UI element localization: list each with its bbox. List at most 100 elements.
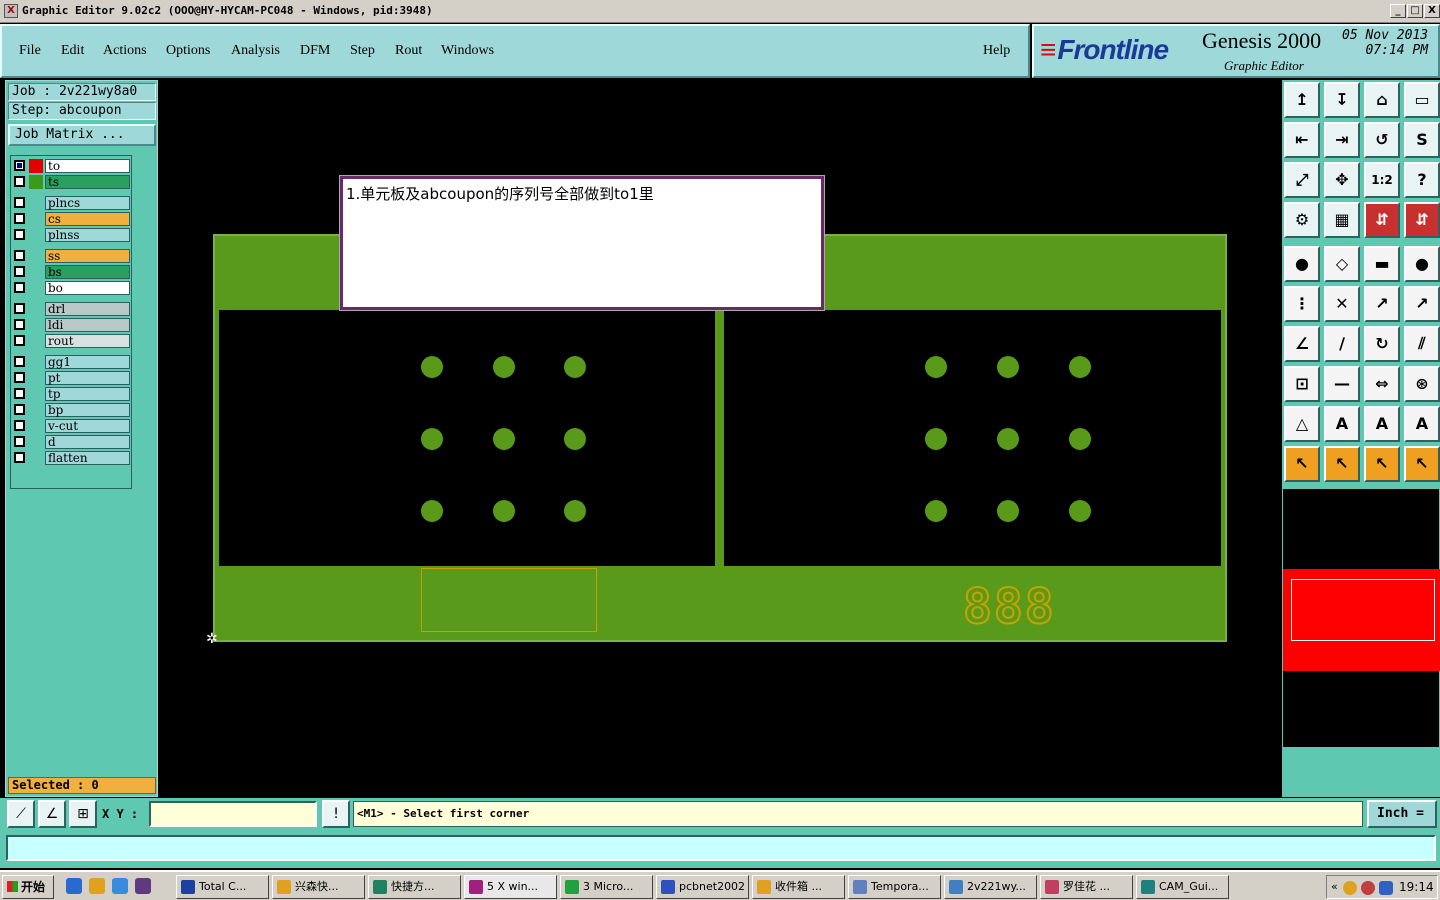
- layer-row-bs[interactable]: bs: [13, 265, 131, 280]
- layer-checkbox[interactable]: [14, 372, 25, 383]
- quicklaunch-icon[interactable]: [89, 878, 105, 894]
- taskbar-button[interactable]: Tempora...: [848, 875, 941, 899]
- tool-button-8-0-icon[interactable]: △: [1284, 406, 1320, 442]
- tool-button-5-3-icon[interactable]: ↗: [1404, 286, 1440, 322]
- layer-checkbox[interactable]: [14, 176, 25, 187]
- layer-checkbox[interactable]: [14, 404, 25, 415]
- tool-button-9-0-icon[interactable]: ↖: [1284, 446, 1320, 482]
- tool-button-0-0-icon[interactable]: ↥: [1284, 82, 1320, 118]
- window-titlebar[interactable]: X Graphic Editor 9.02c2 (OOO@HY-HYCAM-PC…: [0, 0, 1440, 23]
- layer-checkbox[interactable]: [14, 266, 25, 277]
- layer-checkbox[interactable]: [14, 319, 25, 330]
- layer-checkbox[interactable]: [14, 213, 25, 224]
- tool-button-3-1-icon[interactable]: ▦: [1324, 202, 1360, 238]
- layer-checkbox[interactable]: [14, 303, 25, 314]
- xy-input[interactable]: [149, 801, 317, 827]
- tool-button-6-3-icon[interactable]: ⫽: [1404, 326, 1440, 362]
- note-popup[interactable]: 1.单元板及abcoupon的序列号全部做到to1里: [340, 176, 824, 310]
- layer-row-flatten[interactable]: flatten: [13, 451, 131, 466]
- layer-row-v-cut[interactable]: v-cut: [13, 419, 131, 434]
- layer-color-swatch[interactable]: [29, 159, 43, 173]
- taskbar-button[interactable]: 3 Micro...: [560, 875, 653, 899]
- clock[interactable]: 19:14: [1399, 876, 1434, 898]
- tool-button-1-0-icon[interactable]: ⇤: [1284, 122, 1320, 158]
- grid-icon[interactable]: ⊞: [69, 800, 97, 828]
- layer-row-pt[interactable]: pt: [13, 371, 131, 386]
- layer-name[interactable]: plncs: [45, 196, 130, 210]
- layer-row-d[interactable]: d: [13, 435, 131, 450]
- layer-row-bp[interactable]: bp: [13, 403, 131, 418]
- layer-row-to[interactable]: to: [13, 159, 131, 174]
- layer-checkbox[interactable]: [14, 197, 25, 208]
- layer-name[interactable]: tp: [45, 387, 130, 401]
- layer-row-bo[interactable]: bo: [13, 281, 131, 296]
- overview-viewport[interactable]: [1291, 579, 1435, 641]
- layer-checkbox[interactable]: [14, 250, 25, 261]
- tool-button-4-2-icon[interactable]: ▬: [1364, 246, 1400, 282]
- tool-button-6-0-icon[interactable]: ∠: [1284, 326, 1320, 362]
- quicklaunch-icon[interactable]: [135, 878, 151, 894]
- measure-icon[interactable]: ∠: [38, 800, 66, 828]
- layer-row-rout[interactable]: rout: [13, 334, 131, 349]
- start-button[interactable]: 开始: [2, 875, 54, 899]
- layer-name[interactable]: cs: [45, 212, 130, 226]
- tool-button-7-2-icon[interactable]: ⇔: [1364, 366, 1400, 402]
- tool-button-8-1-icon[interactable]: A: [1324, 406, 1360, 442]
- layer-name[interactable]: v-cut: [45, 419, 130, 433]
- layer-name[interactable]: ts: [45, 175, 130, 189]
- layer-name[interactable]: flatten: [45, 451, 130, 465]
- layer-checkbox[interactable]: [14, 420, 25, 431]
- layer-name[interactable]: pt: [45, 371, 130, 385]
- layer-row-tp[interactable]: tp: [13, 387, 131, 402]
- tool-button-4-1-icon[interactable]: ◇: [1324, 246, 1360, 282]
- layer-name[interactable]: bp: [45, 403, 130, 417]
- layer-row-drl[interactable]: drl: [13, 302, 131, 317]
- tool-button-4-3-icon[interactable]: ●: [1404, 246, 1440, 282]
- tool-button-2-0-icon[interactable]: ⤢: [1284, 162, 1320, 198]
- graphic-canvas[interactable]: 888 ✲ 1.单元板及abcoupon的序列号全部做到to1里: [160, 80, 1280, 797]
- layer-name[interactable]: bo: [45, 281, 130, 295]
- layer-checkbox[interactable]: [14, 335, 25, 346]
- tool-button-8-3-icon[interactable]: A: [1404, 406, 1440, 442]
- minimize-button[interactable]: _: [1390, 4, 1406, 18]
- taskbar-button[interactable]: 快捷方...: [368, 875, 461, 899]
- app-icon[interactable]: X: [4, 4, 18, 18]
- layer-name[interactable]: bs: [45, 265, 130, 279]
- taskbar-button[interactable]: 5 X win...: [464, 875, 557, 899]
- taskbar-button[interactable]: Total C...: [176, 875, 269, 899]
- layer-checkbox[interactable]: [14, 388, 25, 399]
- layer-checkbox[interactable]: [14, 356, 25, 367]
- tool-button-5-1-icon[interactable]: ✕: [1324, 286, 1360, 322]
- tool-button-7-3-icon[interactable]: ⊛: [1404, 366, 1440, 402]
- layer-name[interactable]: rout: [45, 334, 130, 348]
- tool-button-3-2-icon[interactable]: ⇵: [1364, 202, 1400, 238]
- layer-checkbox[interactable]: [14, 282, 25, 293]
- taskbar-button[interactable]: 2v221wy...: [944, 875, 1037, 899]
- menu-edit[interactable]: Edit: [61, 43, 84, 59]
- tool-button-2-2-icon[interactable]: 1:2: [1364, 162, 1400, 198]
- layer-name[interactable]: ss: [45, 249, 130, 263]
- tool-button-2-3-icon[interactable]: ?: [1404, 162, 1440, 198]
- layer-name[interactable]: d: [45, 435, 130, 449]
- command-bang-button[interactable]: !: [322, 800, 350, 828]
- menu-file[interactable]: File: [19, 43, 41, 59]
- layer-checkbox[interactable]: [14, 436, 25, 447]
- unit-selector[interactable]: Inch =: [1367, 800, 1437, 828]
- tool-button-6-1-icon[interactable]: ∕: [1324, 326, 1360, 362]
- tool-button-0-1-icon[interactable]: ↧: [1324, 82, 1360, 118]
- menu-help[interactable]: Help: [983, 43, 1010, 59]
- menu-options[interactable]: Options: [166, 43, 210, 59]
- menu-step[interactable]: Step: [350, 43, 375, 59]
- layer-row-ts[interactable]: ts: [13, 175, 131, 190]
- tool-button-0-2-icon[interactable]: ⌂: [1364, 82, 1400, 118]
- taskbar-button[interactable]: CAM_Gui...: [1136, 875, 1229, 899]
- tool-button-0-3-icon[interactable]: ▭: [1404, 82, 1440, 118]
- layer-checkbox[interactable]: [14, 452, 25, 463]
- tool-button-7-1-icon[interactable]: —: [1324, 366, 1360, 402]
- layer-checkbox[interactable]: [14, 229, 25, 240]
- tool-button-8-2-icon[interactable]: A: [1364, 406, 1400, 442]
- tool-button-3-0-icon[interactable]: ⚙: [1284, 202, 1320, 238]
- menu-dfm[interactable]: DFM: [300, 43, 330, 59]
- tool-button-9-1-icon[interactable]: ↖: [1324, 446, 1360, 482]
- layer-row-plncs[interactable]: plncs: [13, 196, 131, 211]
